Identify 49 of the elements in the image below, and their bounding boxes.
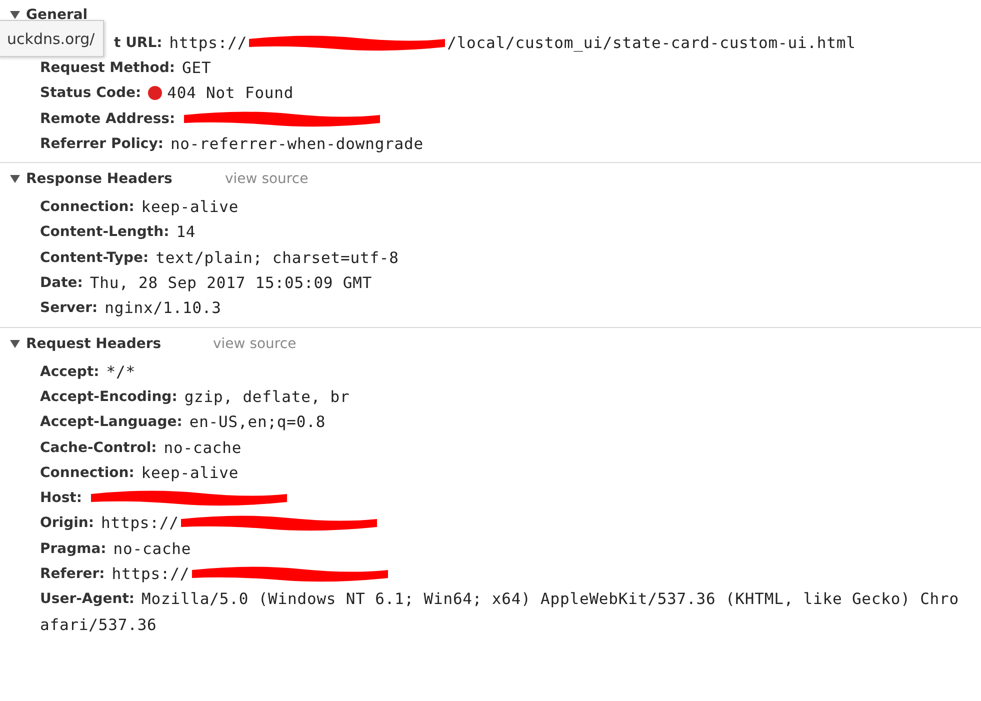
header-value: gzip, deflate, br [184, 388, 350, 406]
header-name: Pragma: [40, 540, 106, 557]
header-value: no-cache [164, 438, 242, 456]
header-value: */* [106, 362, 136, 381]
url-tooltip: uckdns.org/ [0, 20, 104, 57]
header-name: Status Code: [40, 85, 142, 102]
expand-triangle-icon[interactable] [10, 174, 20, 184]
header-value: text/plain; charset=utf-8 [156, 248, 399, 267]
header-name: Server: [40, 300, 98, 316]
header-name: Remote Address: [40, 110, 176, 127]
header-value: 14 [176, 223, 196, 242]
header-value: /local/custom_ui/state-card-custom-ui.html [447, 34, 856, 52]
expand-triangle-icon[interactable] [10, 10, 20, 20]
header-name: Accept-Language: [40, 414, 182, 430]
header-name: Connection: [40, 199, 134, 216]
header-name: Date: [40, 275, 83, 292]
header-value: Thu, 28 Sep 2017 15:05:09 GMT [90, 274, 372, 292]
header-name: Host: [40, 490, 82, 506]
section-title[interactable]: General [26, 7, 88, 23]
header-value: https:// [101, 514, 179, 532]
header-name: Connection: [40, 464, 134, 481]
header-value: keep-alive [141, 464, 239, 482]
header-name: User-Agent: [40, 591, 135, 608]
header-name: Request Method: [40, 60, 175, 76]
header-value: en-US,en;q=0.8 [189, 413, 326, 432]
header-value: nginx/1.10.3 [104, 299, 222, 318]
header-value: no-cache [113, 540, 192, 558]
header-name: Referer: [40, 566, 105, 582]
view-source-link[interactable]: view source [225, 171, 308, 188]
header-name: Accept-Encoding: [40, 388, 178, 405]
header-name: Referrer Policy: [40, 136, 164, 152]
header-name: Cache-Control: [40, 440, 157, 456]
header-value: afari/537.36 [40, 616, 157, 634]
section-title[interactable]: Response Headers [26, 171, 225, 188]
header-value: keep-alive [141, 198, 239, 216]
header-name: Origin: [40, 515, 94, 532]
header-name: Content-Type: [40, 250, 149, 266]
header-name: t URL: [114, 34, 162, 51]
header-value: Mozilla/5.0 (Windows NT 6.1; Win64; x64) AppleWebKit/537.36 (KHTML, like Gecko) Chro [142, 590, 960, 608]
header-value: https:// [169, 34, 248, 52]
header-value: https:// [112, 564, 190, 583]
header-value: GET [182, 58, 212, 77]
header-value: 404 Not Found [167, 84, 294, 102]
view-source-link[interactable]: view source [213, 336, 296, 352]
section-title[interactable]: Request Headers [26, 336, 213, 352]
header-name: Accept: [40, 364, 100, 380]
expand-triangle-icon[interactable] [10, 338, 20, 349]
header-value: no-referrer-when-downgrade [170, 134, 424, 153]
header-name: Content-Length: [40, 224, 170, 240]
